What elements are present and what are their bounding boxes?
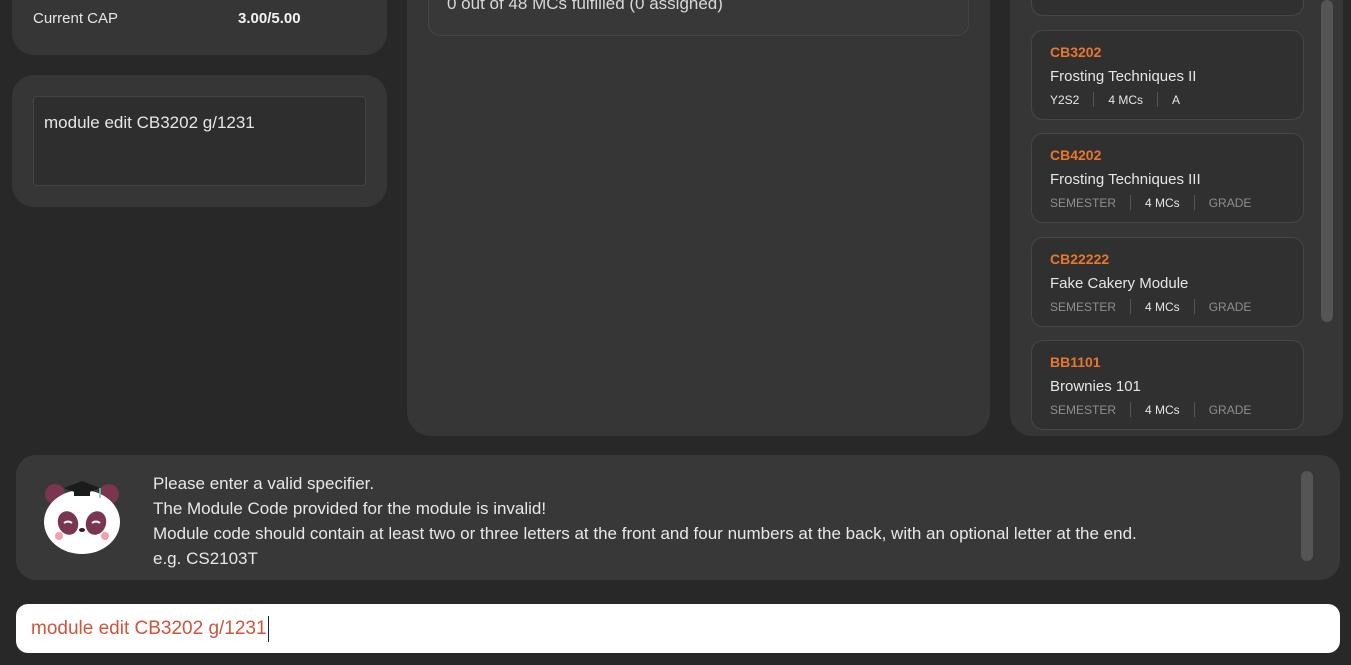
- module-meta: SEMESTER 4 MCs GRADE: [1050, 402, 1251, 417]
- note-textarea[interactable]: module edit CB3202 g/1231: [33, 96, 366, 186]
- module-title: Frosting Techniques III: [1050, 171, 1201, 188]
- module-semester: SEMESTER: [1050, 195, 1117, 210]
- result-line: Module code should contain at least two …: [153, 524, 1137, 543]
- result-message: Please enter a valid specifier. The Modu…: [153, 471, 1137, 571]
- divider: [1193, 195, 1195, 210]
- note-panel: module edit CB3202 g/1231: [12, 75, 387, 207]
- result-line: Please enter a valid specifier.: [153, 474, 375, 493]
- module-card[interactable]: CB22222 Fake Cakery Module SEMESTER 4 MC…: [1031, 237, 1304, 327]
- cap-panel: Current CAP 3.00/5.00: [12, 0, 387, 55]
- module-meta: Y2S2 4 MCs A: [1050, 92, 1180, 107]
- command-input[interactable]: module edit CB3202 g/1231: [16, 604, 1340, 653]
- module-title: Frosting Techniques II: [1050, 68, 1197, 85]
- module-grade: A: [1172, 92, 1181, 107]
- divider: [1130, 195, 1132, 210]
- module-meta: SEMESTER 4 MCs GRADE: [1050, 299, 1251, 314]
- divider: [1157, 92, 1159, 107]
- module-semester: Y2S2: [1050, 92, 1080, 107]
- module-mcs: 4 MCs: [1145, 299, 1180, 314]
- result-line: The Module Code provided for the module …: [153, 499, 547, 518]
- progress-card: 0 out of 48 MCs fulfilled (0 assigned): [428, 0, 969, 36]
- command-text: module edit CB3202 g/1231: [31, 617, 267, 639]
- divider: [1130, 402, 1132, 417]
- cap-value: 3.00/5.00: [238, 10, 301, 27]
- module-title: Brownies 101: [1050, 378, 1141, 395]
- module-mcs: 4 MCs: [1145, 195, 1180, 210]
- divider: [1193, 299, 1195, 314]
- module-semester: SEMESTER: [1050, 299, 1117, 314]
- module-code: CB3202: [1050, 44, 1102, 60]
- divider: [1093, 92, 1095, 107]
- text-caret: [267, 615, 269, 642]
- panda-graduate-icon: [44, 481, 120, 554]
- module-mcs: 4 MCs: [1145, 402, 1180, 417]
- module-mcs: 4 MCs: [1108, 92, 1144, 107]
- module-card[interactable]: CB3202 Frosting Techniques II Y2S2 4 MCs…: [1031, 30, 1304, 120]
- module-card[interactable]: BB1101 Brownies 101 SEMESTER 4 MCs GRADE: [1031, 340, 1304, 430]
- module-list-panel[interactable]: CB3202 Frosting Techniques II Y2S2 4 MCs…: [1010, 0, 1343, 436]
- result-line: e.g. CS2103T: [153, 549, 258, 568]
- cap-label: Current CAP: [33, 10, 119, 27]
- module-semester: SEMESTER: [1050, 402, 1117, 417]
- module-meta: SEMESTER 4 MCs GRADE: [1050, 195, 1251, 210]
- module-grade: GRADE: [1208, 299, 1252, 314]
- module-grade: GRADE: [1208, 195, 1252, 210]
- degree-progress-panel: 0 out of 48 MCs fulfilled (0 assigned): [407, 0, 990, 436]
- module-code: CB22222: [1050, 251, 1110, 267]
- module-card-partial[interactable]: [1031, 0, 1304, 16]
- module-grade: GRADE: [1208, 402, 1252, 417]
- module-title: Fake Cakery Module: [1050, 275, 1189, 292]
- module-list-scrollbar[interactable]: [1321, 0, 1333, 322]
- divider: [1130, 299, 1132, 314]
- result-display: Please enter a valid specifier. The Modu…: [16, 455, 1340, 580]
- module-code: BB1101: [1050, 354, 1101, 370]
- result-scrollbar[interactable]: [1301, 471, 1313, 561]
- progress-text: 0 out of 48 MCs fulfilled (0 assigned): [447, 0, 723, 13]
- module-card[interactable]: CB4202 Frosting Techniques III SEMESTER …: [1031, 133, 1304, 223]
- divider: [1193, 402, 1195, 417]
- module-code: CB4202: [1050, 147, 1102, 163]
